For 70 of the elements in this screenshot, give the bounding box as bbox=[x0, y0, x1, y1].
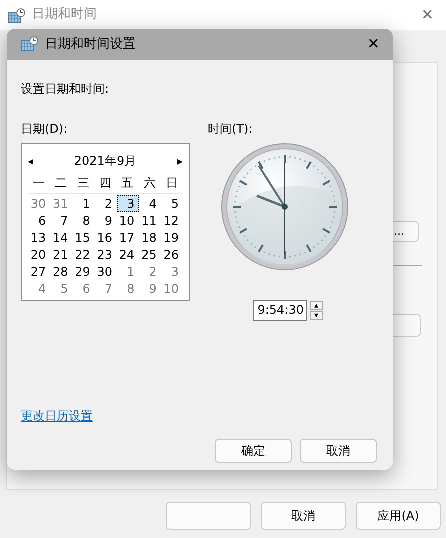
calendar-day[interactable]: 11 bbox=[138, 212, 161, 229]
weekday-header: 一 bbox=[32, 175, 46, 192]
weekday-header: 日 bbox=[164, 175, 179, 192]
calendar-day[interactable]: 2 bbox=[138, 263, 161, 280]
close-button[interactable]: ✕ bbox=[417, 8, 438, 22]
calendar-day[interactable]: 25 bbox=[138, 246, 161, 263]
time-label: 时间(T): bbox=[208, 121, 254, 138]
calendar-day[interactable]: 29 bbox=[72, 263, 94, 280]
previous-month-button[interactable]: ◂ bbox=[28, 156, 34, 166]
calendar-day[interactable]: 18 bbox=[138, 229, 161, 246]
button[interactable]: 取消 bbox=[261, 502, 346, 530]
calendar-day[interactable]: 3 bbox=[116, 195, 139, 212]
calendar-day[interactable]: 7 bbox=[94, 280, 117, 297]
next-month-button[interactable]: ▸ bbox=[177, 156, 183, 166]
calendar-day[interactable]: 27 bbox=[28, 263, 50, 280]
window-title: 日期和时间 bbox=[32, 6, 97, 24]
calendar-day[interactable]: 30 bbox=[94, 263, 117, 280]
calendar-day[interactable]: 19 bbox=[160, 229, 183, 246]
button[interactable] bbox=[166, 502, 251, 530]
calendar-day[interactable]: 9 bbox=[94, 212, 117, 229]
calendar-day[interactable]: 24 bbox=[116, 246, 139, 263]
calendar-day[interactable]: 6 bbox=[28, 212, 50, 229]
calendar-day[interactable]: 7 bbox=[50, 212, 72, 229]
calendar-day[interactable]: 10 bbox=[160, 280, 183, 297]
calendar-day[interactable]: 1 bbox=[72, 195, 94, 212]
heading: 设置日期和时间: bbox=[21, 81, 110, 98]
calendar-day[interactable]: 23 bbox=[94, 246, 117, 263]
calendar-clock-icon bbox=[21, 36, 39, 52]
button[interactable]: 取消 bbox=[300, 439, 377, 463]
calendar-day[interactable]: 14 bbox=[50, 229, 72, 246]
date-label: 日期(D): bbox=[21, 121, 69, 138]
calendar-day[interactable]: 2 bbox=[94, 195, 117, 212]
calendar-day[interactable]: 8 bbox=[72, 212, 94, 229]
calendar-day[interactable]: 30 bbox=[28, 195, 50, 212]
month-title: 2021年9月 bbox=[74, 153, 137, 170]
calendar-day[interactable]: 5 bbox=[50, 280, 72, 297]
calendar-day[interactable]: 21 bbox=[50, 246, 72, 263]
spin-down-button[interactable]: ▾ bbox=[310, 311, 323, 320]
calendar-day[interactable]: 22 bbox=[72, 246, 94, 263]
calendar-day[interactable]: 16 bbox=[94, 229, 117, 246]
calendar-day[interactable]: 15 bbox=[72, 229, 94, 246]
calendar-day[interactable]: 9 bbox=[138, 280, 161, 297]
weekday-header: 三 bbox=[76, 175, 90, 192]
calendar-day[interactable]: 31 bbox=[50, 195, 72, 212]
calendar-day[interactable]: 8 bbox=[116, 280, 139, 297]
weekday-header: 六 bbox=[142, 175, 157, 192]
calendar-day[interactable]: 17 bbox=[116, 229, 139, 246]
calendar-day[interactable]: 5 bbox=[160, 195, 183, 212]
calendar-clock-icon bbox=[8, 8, 26, 24]
button[interactable]: 应用(A) bbox=[356, 502, 441, 530]
weekday-header: 四 bbox=[98, 175, 112, 192]
calendar-day[interactable]: 10 bbox=[116, 212, 139, 229]
weekday-header: 五 bbox=[120, 175, 135, 192]
calendar-day[interactable]: 4 bbox=[28, 280, 50, 297]
calendar-day[interactable]: 6 bbox=[72, 280, 94, 297]
spin-up-button[interactable]: ▴ bbox=[310, 301, 323, 310]
button[interactable]: 确定 bbox=[215, 439, 292, 463]
close-button[interactable]: ✕ bbox=[363, 37, 384, 52]
weekday-header: 二 bbox=[54, 175, 68, 192]
calendar-day[interactable]: 13 bbox=[28, 229, 50, 246]
calendar-day[interactable]: 3 bbox=[160, 263, 183, 280]
calendar-day[interactable]: 12 bbox=[160, 212, 183, 229]
calendar-day[interactable]: 20 bbox=[28, 246, 50, 263]
calendar-day[interactable]: 28 bbox=[50, 263, 72, 280]
calendar-day[interactable]: 26 bbox=[160, 246, 183, 263]
calendar-day[interactable]: 1 bbox=[116, 263, 139, 280]
calendar-day[interactable]: 4 bbox=[138, 195, 161, 212]
change-calendar-settings-link[interactable]: 更改日历设置 bbox=[21, 409, 93, 423]
time-field[interactable]: 9:54:30 bbox=[253, 300, 307, 321]
dialog-title: 日期和时间设置 bbox=[45, 36, 136, 54]
